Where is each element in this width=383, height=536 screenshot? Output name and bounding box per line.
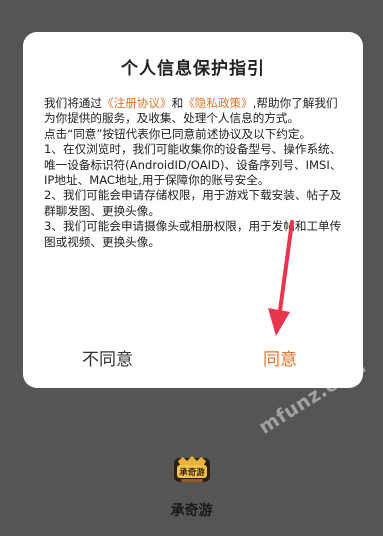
privacy-policy-link[interactable]: 《隐私政策》	[183, 96, 253, 110]
disagree-button[interactable]: 不同意	[82, 345, 133, 370]
app-logo-icon: 承奇游	[174, 456, 210, 482]
consent-note: 点击“同意”按钮代表你已同意前述协议及以下约定。	[44, 126, 312, 141]
app-logo-text: 承奇游	[179, 467, 205, 478]
agree-button[interactable]: 同意	[263, 345, 297, 370]
dialog-body: 我们将通过《注册协议》和《隐私政策》,帮助你了解我们为你提供的服务，及收集、处理…	[44, 96, 344, 250]
annotation-arrow-icon	[268, 220, 294, 336]
intro-text-and: 和	[171, 96, 184, 110]
intro-text-pre: 我们将通过	[44, 96, 102, 110]
permission-item-3: 3、我们可能会申请摄像头或相册权限，用于发帖和工单传图或视频、更换头像。	[44, 219, 342, 249]
user-agreement-link[interactable]: 《注册协议》	[102, 96, 172, 110]
intro-paragraph: 我们将通过《注册协议》和《隐私政策》,帮助你了解我们为你提供的服务，及收集、处理…	[44, 96, 344, 127]
dialog-title: 个人信息保护指引	[121, 59, 265, 79]
app-name: 承奇游	[170, 503, 213, 519]
permission-item-1: 1、在仅浏览时，我们可能收集你的设备型号、操作系统、唯一设备标识符(Androi…	[44, 142, 342, 188]
permission-item-2: 2、我们可能会申请存储权限，用于游戏下载安装、帖子及群聊发图、更换头像。	[44, 188, 342, 218]
privacy-dialog: 个人信息保护指引 我们将通过《注册协议》和《隐私政策》,帮助你了解我们为你提供的…	[23, 32, 363, 388]
